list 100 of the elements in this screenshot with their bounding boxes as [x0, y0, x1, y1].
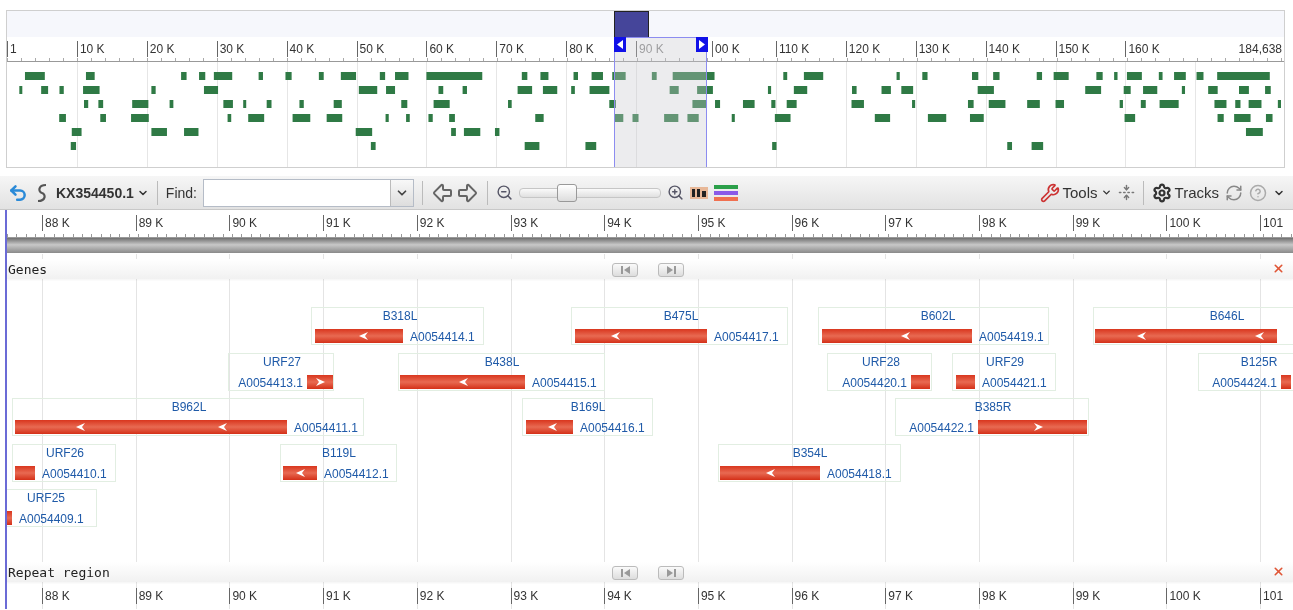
- tick-label: 88 K: [42, 588, 70, 604]
- right-handle[interactable]: [696, 37, 708, 52]
- gene-feature[interactable]: B125R A0054424.1: [1198, 352, 1293, 391]
- tick-label: 89 K: [135, 215, 164, 231]
- sequence-button[interactable]: [689, 184, 708, 201]
- scroll-end-button[interactable]: [658, 263, 684, 277]
- tick-label: 88 K: [42, 215, 70, 231]
- slider-thumb[interactable]: [557, 183, 578, 202]
- close-icon: [1272, 565, 1285, 578]
- left-triangle-icon: [617, 40, 623, 49]
- locus-label: A0054412.1: [324, 466, 389, 481]
- gene-name: B962L: [171, 400, 207, 414]
- tick-label: 91 K: [323, 588, 351, 604]
- gene-name: URF27: [263, 354, 301, 369]
- gene-bar[interactable]: [400, 374, 525, 389]
- tick-label: 160 K: [1125, 41, 1160, 57]
- tick-label: 90 K: [636, 41, 664, 57]
- tick-label: 97 K: [885, 588, 913, 604]
- gene-bar[interactable]: [315, 329, 403, 343]
- tick-label: 50 K: [356, 41, 385, 57]
- gene-name: B125R: [1240, 354, 1278, 369]
- help-button[interactable]: [1249, 183, 1267, 202]
- refresh-button[interactable]: [1225, 183, 1243, 202]
- strand-arrow-icon: [359, 332, 369, 340]
- gene-feature[interactable]: B602L A0054419.1: [818, 307, 1049, 345]
- skip-start-icon: [620, 569, 630, 577]
- tick-label: 90 K: [229, 588, 258, 604]
- locus-label: A0054413.1: [238, 375, 303, 390]
- gene-feature[interactable]: B385R A0054422.1: [895, 398, 1089, 436]
- strand-arrow-icon: [900, 332, 910, 340]
- tick-label: 97 K: [885, 215, 913, 231]
- gene-feature[interactable]: URF25 A0054409.1: [7, 489, 97, 527]
- locus-label: A0054421.1: [982, 375, 1047, 390]
- gene-name: B438L: [484, 354, 520, 369]
- gene-bar[interactable]: [720, 465, 820, 480]
- gene-feature[interactable]: B646L: [1093, 307, 1293, 345]
- gene-feature[interactable]: B438L A0054415.1: [398, 352, 605, 391]
- tick-label: 20 K: [146, 41, 175, 57]
- strand-arrow-icon: [316, 377, 325, 386]
- tick-label: 110 K: [775, 41, 810, 57]
- view-marker[interactable]: [614, 11, 649, 38]
- gene-bar[interactable]: [15, 465, 35, 480]
- zoom-out-button[interactable]: [495, 184, 513, 201]
- find-dropdown-button[interactable]: [389, 179, 413, 206]
- gene-bar[interactable]: [911, 374, 930, 389]
- gene-feature[interactable]: URF29 A0054421.1: [952, 352, 1056, 391]
- gene-feature[interactable]: URF26 A0054410.1: [12, 443, 116, 482]
- refresh-icon: [1225, 183, 1243, 202]
- gene-bar[interactable]: [307, 374, 333, 389]
- tick-label: 99 K: [1072, 215, 1101, 231]
- tick-label: 93 K: [510, 588, 539, 604]
- scroll-bar[interactable]: [7, 238, 1293, 253]
- scroll-start-button[interactable]: [612, 566, 638, 580]
- gene-bar[interactable]: [1095, 329, 1277, 343]
- tick-label: 92 K: [416, 215, 445, 231]
- tools-menu-button[interactable]: Tools: [1039, 182, 1112, 203]
- track-colors-button[interactable]: [713, 183, 738, 202]
- tracks-button[interactable]: Tracks: [1151, 182, 1219, 203]
- back-icon: [8, 182, 28, 203]
- gene-feature[interactable]: B962L A0054411.1: [12, 398, 364, 436]
- scroll-end-button[interactable]: [658, 566, 684, 580]
- skip-end-icon: [666, 569, 676, 577]
- gene-feature[interactable]: B354L A0054418.1: [718, 443, 901, 482]
- reference-selector[interactable]: KX354450.1: [56, 184, 149, 201]
- tick-label: 140 K: [985, 41, 1020, 57]
- find-field[interactable]: [202, 178, 414, 207]
- zoom-in-button[interactable]: [666, 184, 684, 201]
- close-button[interactable]: [1272, 262, 1285, 275]
- track-title: Genes: [7, 261, 48, 277]
- tick-label: 95 K: [697, 588, 726, 604]
- colored-bars-icon: [713, 183, 738, 202]
- view-highlight[interactable]: [614, 37, 707, 167]
- close-button[interactable]: [1272, 565, 1285, 578]
- gene-bar[interactable]: [526, 420, 573, 434]
- gene-feature[interactable]: B475L A0054417.1: [571, 307, 788, 345]
- gene-feature[interactable]: B169L A0054416.1: [522, 398, 653, 436]
- strand-arrow-icon: [458, 377, 468, 386]
- strand-arrow-icon: [1033, 423, 1043, 431]
- tick-label: 40 K: [286, 41, 315, 57]
- left-handle[interactable]: [614, 37, 626, 52]
- strand-arrow-icon: [547, 423, 557, 431]
- gene-feature[interactable]: URF28 A0054420.1: [827, 352, 932, 391]
- gene-feature[interactable]: B318L A0054414.1: [311, 307, 484, 345]
- gene-name: B602L: [920, 309, 956, 323]
- gene-bar[interactable]: [283, 465, 317, 480]
- tick-label: 92 K: [416, 588, 445, 604]
- tick-label: 150 K: [1055, 41, 1090, 57]
- gene-name: URF26: [46, 445, 84, 460]
- collapse-button[interactable]: [1117, 184, 1135, 201]
- scroll-start-button[interactable]: [612, 263, 638, 277]
- gene-feature[interactable]: URF27 A0054413.1: [228, 352, 334, 391]
- gene-name: B385R: [974, 400, 1012, 414]
- help-icon: [1249, 183, 1267, 202]
- gene-bar[interactable]: [1281, 374, 1291, 389]
- zoom-in-icon: [666, 184, 684, 201]
- locus-label: A0054411.1: [294, 421, 358, 435]
- tick-label: 100 K: [1166, 215, 1201, 231]
- gene-feature[interactable]: B119L A0054412.1: [280, 443, 397, 482]
- back-button[interactable]: [8, 182, 28, 203]
- gene-bar[interactable]: [956, 374, 975, 389]
